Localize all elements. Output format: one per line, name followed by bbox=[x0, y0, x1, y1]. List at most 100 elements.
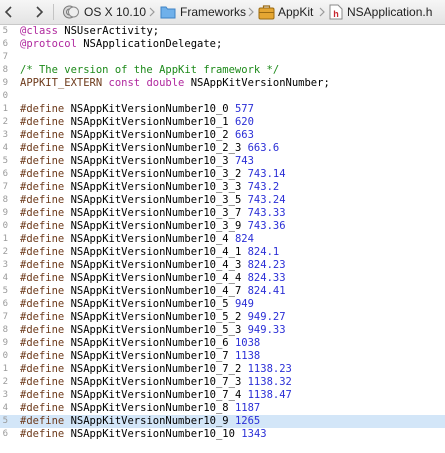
code-line: 0 #define NSAppKitVersionNumber10_7 1138 bbox=[0, 350, 445, 363]
code-text: #define NSAppKitVersionNumber10_3_5 743.… bbox=[20, 194, 286, 207]
code-line: 3 #define NSAppKitVersionNumber10_2 663 bbox=[0, 129, 445, 142]
code-line: 2 #define NSAppKitVersionNumber10_7_3 113… bbox=[0, 376, 445, 389]
code-line: 4 #define NSAppKitVersionNumber10_4_4 824… bbox=[0, 272, 445, 285]
identifier-token: NSAppKitVersionNumber10_3_9 bbox=[70, 220, 242, 232]
code-line: 5 @class NSUserActivity; bbox=[0, 25, 445, 38]
macro-token: #define bbox=[20, 181, 65, 193]
macro-token: #define bbox=[20, 103, 65, 115]
line-number: 3 bbox=[2, 130, 8, 140]
chevron-left-icon bbox=[4, 6, 12, 18]
code-line: 0 #define NSAppKitVersionNumber10_3_9 743… bbox=[0, 220, 445, 233]
number-token: 1138.32 bbox=[247, 376, 292, 388]
code-text: #define NSAppKitVersionNumber10_5_3 949.… bbox=[20, 324, 286, 337]
macro-token: #define bbox=[20, 285, 65, 297]
macro-token: #define bbox=[20, 194, 65, 206]
identifier-token: NSAppKitVersionNumber10_2_3 bbox=[70, 142, 242, 154]
line-number: 5 bbox=[2, 26, 8, 36]
line-number: 2 bbox=[2, 247, 8, 257]
number-token: 1138.47 bbox=[247, 389, 292, 401]
code-text: @protocol NSApplicationDelegate; bbox=[20, 38, 222, 51]
line-number: 4 bbox=[2, 143, 8, 153]
identifier-token: NSAppKitVersionNumber10_2 bbox=[70, 129, 229, 141]
macro-token: #define bbox=[20, 337, 65, 349]
code-line: 8 /* The version of the AppKit framework … bbox=[0, 64, 445, 77]
code-line: 5 #define NSAppKitVersionNumber10_3 743 bbox=[0, 155, 445, 168]
back-button[interactable] bbox=[1, 0, 17, 24]
line-number: 3 bbox=[2, 390, 8, 400]
macro-token: #define bbox=[20, 415, 65, 427]
macro-token: #define bbox=[20, 428, 65, 440]
code-line: 7 #define NSAppKitVersionNumber10_5_2 949… bbox=[0, 311, 445, 324]
identifier-token: NSUserActivity; bbox=[64, 25, 160, 37]
line-number: 8 bbox=[2, 65, 8, 75]
code-line: 3 #define NSAppKitVersionNumber10_7_4 113… bbox=[0, 389, 445, 402]
macro-token: #define bbox=[20, 389, 65, 401]
nav-divider bbox=[53, 4, 54, 20]
breadcrumb-sdk[interactable]: OS X 10.10 bbox=[84, 0, 146, 24]
line-number: 6 bbox=[2, 299, 8, 309]
breadcrumb-appkit[interactable]: AppKit bbox=[278, 0, 313, 24]
header-file-icon: h bbox=[329, 4, 343, 20]
number-token: 824.33 bbox=[247, 272, 286, 284]
identifier-token: NSAppKitVersionNumber10_7_3 bbox=[70, 376, 242, 388]
code-text: #define NSAppKitVersionNumber10_3_2 743.… bbox=[20, 168, 286, 181]
identifier-token: NSAppKitVersionNumber10_3 bbox=[70, 155, 229, 167]
line-number: 5 bbox=[2, 156, 8, 166]
forward-button[interactable] bbox=[31, 0, 47, 24]
code-line: 9 #define NSAppKitVersionNumber10_6 1038 bbox=[0, 337, 445, 350]
code-line: 6 #define NSAppKitVersionNumber10_10 1343 bbox=[0, 428, 445, 441]
number-token: 743.33 bbox=[247, 207, 286, 219]
macro-token: #define bbox=[20, 259, 65, 271]
number-token: 663 bbox=[234, 129, 254, 141]
identifier-token: NSAppKitVersionNumber10_4_1 bbox=[70, 246, 242, 258]
code-text: #define NSAppKitVersionNumber10_1 620 bbox=[20, 116, 254, 129]
number-token: 824.23 bbox=[247, 259, 286, 271]
line-number: 6 bbox=[2, 169, 8, 179]
code-line: 2 #define NSAppKitVersionNumber10_4_1 824… bbox=[0, 246, 445, 259]
code-text: #define NSAppKitVersionNumber10_4_4 824.… bbox=[20, 272, 286, 285]
identifier-token: NSAppKitVersionNumber10_5_2 bbox=[70, 311, 242, 323]
code-text: #define NSAppKitVersionNumber10_10 1343 bbox=[20, 428, 267, 441]
code-line-highlighted: 5 #define NSAppKitVersionNumber10_9 1265 bbox=[0, 415, 445, 428]
identifier-token: NSAppKitVersionNumber10_5 bbox=[70, 298, 229, 310]
identifier-token: NSAppKitVersionNumber10_3_5 bbox=[70, 194, 242, 206]
number-token: 949 bbox=[234, 298, 254, 310]
line-number: 0 bbox=[2, 91, 8, 101]
jump-bar: OS X 10.10 Frameworks AppKit h NSApplica… bbox=[0, 0, 445, 25]
line-number: 8 bbox=[2, 195, 8, 205]
macro-token: #define bbox=[20, 402, 65, 414]
identifier-token: NSAppKitVersionNumber10_3_2 bbox=[70, 168, 242, 180]
identifier-token: NSAppKitVersionNumber10_0 bbox=[70, 103, 229, 115]
code-text: #define NSAppKitVersionNumber10_0 577 bbox=[20, 103, 254, 116]
code-line: 6 #define NSAppKitVersionNumber10_3_2 743… bbox=[0, 168, 445, 181]
code-text: #define NSAppKitVersionNumber10_7_3 1138… bbox=[20, 376, 292, 389]
code-text: #define NSAppKitVersionNumber10_4_3 824.… bbox=[20, 259, 286, 272]
code-line: 7 #define NSAppKitVersionNumber10_3_3 743… bbox=[0, 181, 445, 194]
breadcrumb-file[interactable]: NSApplication.h bbox=[347, 0, 432, 24]
line-number: 9 bbox=[2, 78, 8, 88]
number-token: 1138.23 bbox=[247, 363, 292, 375]
code-line: 9 #define NSAppKitVersionNumber10_3_7 743… bbox=[0, 207, 445, 220]
macro-token: #define bbox=[20, 116, 65, 128]
identifier-token: NSAppKitVersionNumber10_10 bbox=[70, 428, 235, 440]
number-token: 1138 bbox=[234, 350, 261, 362]
framework-icon bbox=[258, 5, 275, 20]
code-line: 6 @protocol NSApplicationDelegate; bbox=[0, 38, 445, 51]
line-number: 5 bbox=[2, 286, 8, 296]
number-token: 1343 bbox=[241, 428, 267, 440]
number-token: 743.14 bbox=[247, 168, 286, 180]
line-number: 0 bbox=[2, 351, 8, 361]
breadcrumb-frameworks[interactable]: Frameworks bbox=[180, 0, 246, 24]
code-line: 2 #define NSAppKitVersionNumber10_1 620 bbox=[0, 116, 445, 129]
code-text: #define NSAppKitVersionNumber10_5_2 949.… bbox=[20, 311, 286, 324]
source-editor[interactable]: 5 @class NSUserActivity; 6 @protocol NSAppl… bbox=[0, 25, 445, 453]
number-token: 743.2 bbox=[247, 181, 280, 193]
line-number: 3 bbox=[2, 260, 8, 270]
breadcrumb-separator-icon bbox=[319, 7, 325, 17]
code-line: 8 #define NSAppKitVersionNumber10_5_3 949… bbox=[0, 324, 445, 337]
macro-token: #define bbox=[20, 220, 65, 232]
number-token: 620 bbox=[234, 116, 254, 128]
number-token: 949.33 bbox=[247, 324, 286, 336]
identifier-token: NSAppKitVersionNumber10_4_4 bbox=[70, 272, 242, 284]
folder-icon bbox=[160, 6, 176, 19]
